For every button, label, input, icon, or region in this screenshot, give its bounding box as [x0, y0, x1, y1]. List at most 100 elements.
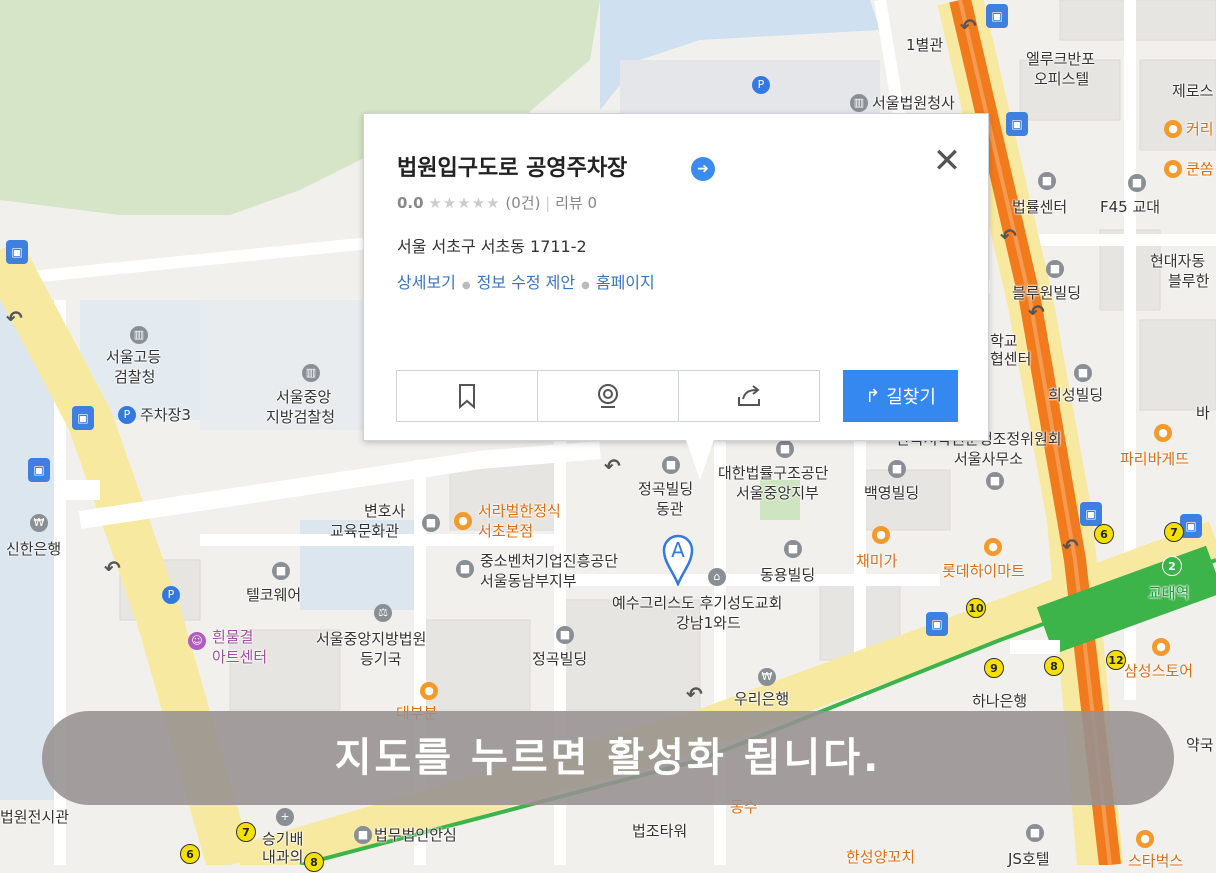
map-label: 지방검찰청: [266, 408, 336, 426]
building-icon: ■: [556, 626, 574, 644]
hospital-icon: +: [276, 808, 294, 826]
bank-icon: ₩: [758, 668, 776, 686]
map-label: 신한은행: [6, 540, 62, 558]
map-label: 커리: [1186, 120, 1214, 138]
share-button[interactable]: [679, 371, 819, 421]
u-turn-icon: ↶: [604, 454, 621, 478]
u-turn-icon: ↶: [686, 682, 703, 706]
map-label: 스타벅스: [1128, 852, 1184, 870]
bus-stop-icon[interactable]: ▣: [1080, 502, 1102, 526]
rating: 0.0 ★★★★★ (0건) | 리뷰 0: [397, 192, 597, 213]
map-label: 서울법원청사: [872, 94, 955, 112]
map-label: 중소벤처기업진흥공단: [480, 552, 619, 570]
map-label: 하나은행: [972, 692, 1028, 710]
map-label: 서울사무소: [954, 450, 1024, 468]
map-label: 강남1와드: [676, 614, 741, 632]
subway-exit-icon: 9: [984, 658, 1004, 678]
restaurant-icon: ●: [1164, 120, 1182, 138]
map-label: 서초본점: [478, 522, 534, 540]
place-title[interactable]: 법원입구도로 공영주차장: [397, 150, 627, 182]
building-icon: ■: [354, 826, 372, 844]
building-icon: ■: [1128, 174, 1146, 192]
details-link[interactable]: 상세보기: [397, 273, 456, 292]
map-label: 학교: [990, 332, 1018, 350]
divider: |: [545, 194, 551, 212]
shop-icon: ●: [1152, 638, 1170, 656]
map-label: 롯데하이마트: [942, 562, 1025, 580]
location-pin-icon[interactable]: A: [662, 532, 694, 586]
map-label: 변호사: [364, 502, 406, 520]
lot-area: [620, 60, 880, 120]
map-label: 블루원빌딩: [1012, 284, 1082, 302]
parking-icon: P: [162, 586, 180, 604]
map-label: 우리은행: [734, 690, 790, 708]
bus-stop-icon[interactable]: ▣: [72, 406, 94, 430]
building-icon: ■: [272, 562, 290, 580]
building-icon: ▥: [130, 326, 148, 344]
arrow-right-icon[interactable]: ➜: [691, 157, 715, 181]
hotel-icon: ■: [1026, 824, 1044, 842]
popup-tail: [686, 440, 714, 480]
shop-icon: ●: [984, 538, 1002, 556]
building-icon: ■: [776, 440, 794, 458]
bus-stop-icon[interactable]: ▣: [926, 612, 948, 636]
subway-exit-icon: 8: [304, 852, 324, 872]
u-turn-icon: ↶: [1062, 534, 1079, 558]
bus-stop-icon[interactable]: ▣: [28, 458, 50, 482]
place-address: 서울 서초구 서초동 1711-2: [397, 237, 587, 256]
art-icon: ☺: [188, 632, 206, 650]
map-label: 서라벌한정식: [478, 502, 561, 520]
map-label: 쿤쏨: [1186, 160, 1214, 178]
building-icon: ■: [1046, 260, 1064, 278]
bakery-icon: ●: [1154, 424, 1172, 442]
map-label: 검찰청: [114, 368, 156, 386]
u-turn-icon: ↶: [960, 14, 977, 38]
restaurant-icon: ●: [1164, 160, 1182, 178]
subway-exit-icon: 12: [1106, 650, 1126, 670]
bookmark-button[interactable]: [397, 371, 538, 421]
church-icon: ⌂: [708, 568, 726, 586]
place-links: 상세보기 ● 정보 수정 제안 ● 홈페이지: [397, 273, 655, 292]
map-label: 바: [1196, 404, 1210, 422]
building-icon: ■: [986, 472, 1004, 490]
homepage-link[interactable]: 홈페이지: [596, 273, 655, 292]
close-button[interactable]: ✕: [930, 144, 964, 178]
roadview-button[interactable]: [538, 371, 679, 421]
subway-exit-icon: 6: [1094, 524, 1114, 544]
roadview-icon: [598, 384, 618, 408]
directions-button[interactable]: ↱ 길찾기: [843, 370, 958, 422]
review-count[interactable]: 리뷰 0: [555, 194, 597, 212]
share-icon: [738, 385, 760, 406]
building-icon: ■: [662, 456, 680, 474]
action-buttons: [396, 370, 820, 422]
map-label: 서울동남부지부: [480, 572, 577, 590]
directions-icon: ↱: [865, 385, 881, 407]
restaurant-icon: ●: [872, 526, 890, 544]
rating-count: (0건): [505, 194, 541, 212]
activation-banner[interactable]: 지도를 누르면 활성화 됩니다.: [42, 711, 1174, 805]
map-label: 정곡빌딩: [532, 650, 588, 668]
map-label: 서울중앙지부: [736, 484, 819, 502]
map-label: 채미가: [856, 552, 898, 570]
bus-stop-icon[interactable]: ▣: [6, 240, 28, 264]
map-label: 대한법률구조공단: [718, 464, 829, 482]
map-label: 예수그리스도 후기성도교회: [612, 594, 783, 612]
map-label: 약국: [1186, 736, 1214, 754]
suggest-edit-link[interactable]: 정보 수정 제안: [477, 273, 576, 292]
map-label: 서울고등: [106, 348, 162, 366]
map-label: 흰물결: [212, 628, 254, 646]
bookmark-icon: [459, 384, 475, 409]
bus-stop-icon[interactable]: ▣: [1006, 112, 1028, 136]
map-label: 블루한: [1168, 272, 1210, 290]
map-label: 법조타워: [632, 822, 688, 840]
map-label: 법원전시관: [0, 808, 70, 826]
bus-stop-icon[interactable]: ▣: [986, 4, 1008, 28]
building-icon: ■: [1074, 364, 1092, 382]
map-label: 교육문화관: [330, 522, 400, 540]
map-label: 백영빌딩: [864, 484, 920, 502]
map-label: 교대역: [1148, 584, 1190, 602]
restaurant-icon: ●: [454, 512, 472, 530]
map-label: 동용빌딩: [760, 566, 816, 584]
map-label: 제로스: [1172, 82, 1214, 100]
map-label: 오피스텔: [1034, 70, 1090, 88]
